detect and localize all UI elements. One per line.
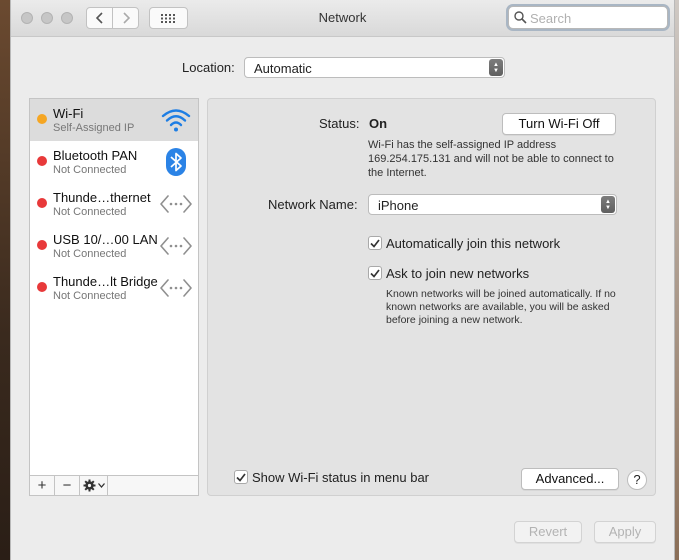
service-name: USB 10/…00 LAN bbox=[53, 232, 158, 247]
checkmark-icon bbox=[370, 238, 380, 248]
location-value: Automatic bbox=[254, 61, 312, 76]
service-item-wifi[interactable]: Wi-Fi Self-Assigned IP bbox=[30, 99, 198, 141]
help-button[interactable]: ? bbox=[627, 470, 647, 490]
show-wifi-status-checkbox[interactable] bbox=[234, 470, 248, 484]
chevron-down-icon bbox=[97, 483, 105, 488]
status-label: Status: bbox=[319, 116, 360, 131]
service-status: Not Connected bbox=[53, 290, 127, 302]
service-name: Bluetooth PAN bbox=[53, 148, 138, 163]
ethernet-arrows-icon bbox=[160, 237, 192, 255]
location-popup[interactable]: Automatic ▲ ▼ bbox=[244, 57, 505, 78]
status-dot-red bbox=[37, 198, 47, 208]
location-label: Location: bbox=[182, 60, 235, 75]
advanced-button[interactable]: Advanced... bbox=[521, 468, 619, 490]
ethernet-arrows-icon bbox=[160, 279, 192, 297]
service-status: Self-Assigned IP bbox=[53, 122, 135, 134]
service-item-thunderbolt-ethernet[interactable]: Thunde…thernet Not Connected bbox=[30, 183, 198, 225]
status-dot-red bbox=[37, 240, 47, 250]
network-service-list: Wi-Fi Self-Assigned IP Bluetooth PAN Not… bbox=[29, 98, 199, 496]
wifi-detail-panel: Status: On Turn Wi-Fi Off Wi-Fi has the … bbox=[207, 98, 656, 496]
action-menu-button[interactable] bbox=[80, 476, 108, 495]
title-bar: Network bbox=[11, 0, 674, 37]
apply-button[interactable]: Apply bbox=[594, 521, 656, 543]
service-item-thunderbolt-bridge[interactable]: Thunde…lt Bridge Not Connected bbox=[30, 267, 198, 309]
search-field[interactable] bbox=[508, 6, 668, 29]
auto-join-label: Automatically join this network bbox=[386, 236, 561, 251]
service-name: Thunde…lt Bridge bbox=[53, 274, 158, 289]
remove-service-button[interactable]: − bbox=[55, 476, 80, 495]
service-list-toolbar: + − bbox=[30, 475, 198, 495]
network-name-popup[interactable]: iPhone ▲ ▼ bbox=[368, 194, 617, 215]
status-dot-yellow bbox=[37, 114, 47, 124]
network-name-value: iPhone bbox=[378, 198, 419, 213]
gear-icon bbox=[83, 479, 95, 492]
auto-join-checkbox[interactable] bbox=[368, 236, 382, 250]
search-icon bbox=[514, 11, 527, 24]
wifi-icon bbox=[161, 109, 191, 132]
ask-join-checkbox[interactable] bbox=[368, 266, 382, 280]
service-status: Not Connected bbox=[53, 248, 127, 260]
status-dot-red bbox=[37, 282, 47, 292]
service-status: Not Connected bbox=[53, 206, 127, 218]
status-dot-red bbox=[37, 156, 47, 166]
desktop-background bbox=[0, 0, 10, 560]
add-service-button[interactable]: + bbox=[30, 476, 55, 495]
checkmark-icon bbox=[370, 268, 380, 278]
popup-arrows-icon: ▲ ▼ bbox=[601, 196, 615, 213]
ask-join-label: Ask to join new networks bbox=[386, 266, 530, 281]
turn-wifi-off-button[interactable]: Turn Wi-Fi Off bbox=[502, 113, 616, 135]
service-name: Thunde…thernet bbox=[53, 190, 151, 205]
network-name-label: Network Name: bbox=[268, 197, 358, 212]
status-description: Wi-Fi has the self-assigned IP address 1… bbox=[368, 139, 614, 179]
checkmark-icon bbox=[236, 472, 246, 482]
service-status: Not Connected bbox=[53, 164, 127, 176]
service-item-usb-lan[interactable]: USB 10/…00 LAN Not Connected bbox=[30, 225, 198, 267]
ethernet-arrows-icon bbox=[160, 195, 192, 213]
service-name: Wi-Fi bbox=[53, 106, 84, 121]
bluetooth-icon bbox=[166, 148, 186, 176]
search-input[interactable] bbox=[528, 9, 664, 28]
status-value: On bbox=[369, 116, 388, 131]
ask-join-description: Known networks will be joined automatica… bbox=[386, 288, 616, 326]
popup-arrows-icon: ▲ ▼ bbox=[489, 59, 503, 76]
network-preferences-window: Network Location: Automatic ▲▼ Wi-Fi Sel… bbox=[10, 0, 675, 560]
show-wifi-status-label: Show Wi-Fi status in menu bar bbox=[252, 470, 430, 485]
service-item-bluetooth-pan[interactable]: Bluetooth PAN Not Connected bbox=[30, 141, 198, 183]
revert-button[interactable]: Revert bbox=[514, 521, 582, 543]
